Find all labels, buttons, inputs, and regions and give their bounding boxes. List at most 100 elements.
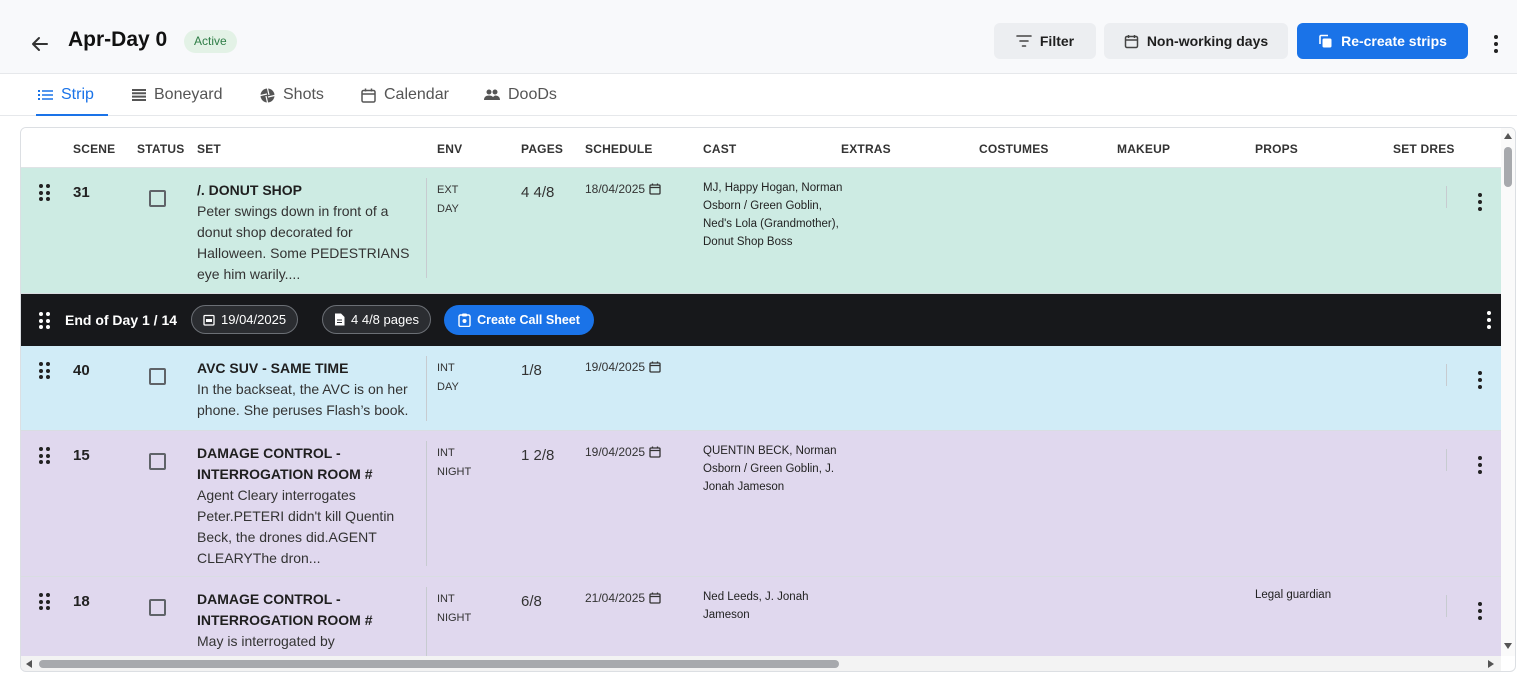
env-cell: EXT DAY bbox=[437, 181, 459, 219]
set-description: Peter swings down in front of a donut sh… bbox=[197, 203, 410, 282]
create-call-sheet-label: Create Call Sheet bbox=[477, 313, 580, 327]
schedule-cell[interactable]: 19/04/2025 bbox=[585, 360, 661, 374]
strip-row[interactable]: 31 /. DONUT SHOP Peter swings down in fr… bbox=[21, 168, 1501, 294]
scroll-right-icon[interactable] bbox=[1488, 660, 1494, 668]
non-working-days-button[interactable]: Non-working days bbox=[1104, 23, 1288, 59]
filter-button[interactable]: Filter bbox=[994, 23, 1096, 59]
view-tabs: Strip Boneyard Shots Calendar DooDs bbox=[0, 74, 1517, 116]
stack-icon bbox=[132, 89, 146, 101]
scene-number: 18 bbox=[73, 593, 90, 610]
calendar-icon bbox=[203, 314, 215, 326]
schedule-date: 18/04/2025 bbox=[585, 182, 646, 196]
day-date: 19/04/2025 bbox=[221, 312, 287, 327]
set-cell: /. DONUT SHOP Peter swings down in front… bbox=[197, 180, 417, 285]
drag-handle-icon[interactable] bbox=[39, 593, 51, 611]
set-cell: DAMAGE CONTROL - INTERROGATION ROOM # Ma… bbox=[197, 589, 417, 652]
set-description: In the backseat, the AVC is on her phone… bbox=[197, 381, 409, 418]
column-header-cast[interactable]: CAST bbox=[703, 142, 736, 156]
pages-cell: 1/8 bbox=[521, 362, 542, 379]
scene-number: 31 bbox=[73, 184, 90, 201]
row-more-options-icon[interactable] bbox=[1472, 190, 1488, 214]
set-cell: DAMAGE CONTROL - INTERROGATION ROOM # Ag… bbox=[197, 443, 417, 569]
strip-row[interactable]: 15 DAMAGE CONTROL - INTERROGATION ROOM #… bbox=[21, 431, 1501, 577]
drag-handle-icon[interactable] bbox=[39, 362, 51, 380]
column-header-props[interactable]: PROPS bbox=[1255, 142, 1298, 156]
create-call-sheet-button[interactable]: Create Call Sheet bbox=[444, 305, 594, 335]
day-pages-pill: 4 4/8 pages bbox=[322, 305, 431, 334]
scroll-left-icon[interactable] bbox=[26, 660, 32, 668]
column-divider bbox=[426, 178, 427, 278]
status-checkbox[interactable] bbox=[149, 190, 166, 207]
back-arrow-icon[interactable] bbox=[26, 30, 54, 58]
column-header-scene[interactable]: SCENE bbox=[73, 142, 115, 156]
tab-shots-label: Shots bbox=[283, 86, 324, 103]
strip-row[interactable]: 40 AVC SUV - SAME TIME In the backseat, … bbox=[21, 346, 1501, 431]
more-options-icon[interactable] bbox=[1488, 32, 1504, 56]
column-divider bbox=[426, 441, 427, 566]
column-header-row: SCENE STATUS SET ENV PAGES SCHEDULE CAST… bbox=[21, 128, 1501, 168]
column-header-pages[interactable]: PAGES bbox=[521, 142, 563, 156]
scroll-up-icon[interactable] bbox=[1504, 133, 1512, 139]
column-header-makeup[interactable]: MAKEUP bbox=[1117, 142, 1170, 156]
column-header-schedule[interactable]: SCHEDULE bbox=[585, 142, 653, 156]
column-header-status[interactable]: STATUS bbox=[137, 142, 184, 156]
tab-boneyard[interactable]: Boneyard bbox=[132, 74, 223, 116]
list-icon bbox=[38, 90, 53, 100]
column-header-extras[interactable]: EXTRAS bbox=[841, 142, 891, 156]
filter-icon bbox=[1016, 35, 1032, 47]
horizontal-scroll-thumb[interactable] bbox=[39, 660, 839, 668]
day-more-options-icon[interactable] bbox=[1481, 308, 1497, 332]
tab-doods[interactable]: DooDs bbox=[484, 74, 557, 116]
tab-boneyard-label: Boneyard bbox=[154, 86, 223, 103]
drag-handle-icon[interactable] bbox=[39, 447, 51, 465]
scene-number: 15 bbox=[73, 447, 90, 464]
pages-cell: 4 4/8 bbox=[521, 184, 555, 201]
set-title: DAMAGE CONTROL - INTERROGATION ROOM # bbox=[197, 445, 373, 482]
set-title: DAMAGE CONTROL - INTERROGATION ROOM # bbox=[197, 591, 373, 628]
pages-cell: 6/8 bbox=[521, 593, 542, 610]
set-description: May is interrogated by bbox=[197, 633, 335, 649]
clipboard-icon bbox=[458, 313, 471, 327]
column-header-set-dressing[interactable]: SET DRES bbox=[1393, 142, 1455, 156]
column-header-costumes[interactable]: COSTUMES bbox=[979, 142, 1049, 156]
status-checkbox[interactable] bbox=[149, 368, 166, 385]
day-pages: 4 4/8 pages bbox=[351, 312, 419, 327]
recreate-strips-button[interactable]: Re-create strips bbox=[1297, 23, 1468, 59]
tab-strip-label: Strip bbox=[61, 86, 94, 103]
set-cell: AVC SUV - SAME TIME In the backseat, the… bbox=[197, 358, 417, 421]
column-divider bbox=[1446, 595, 1447, 617]
column-divider bbox=[1446, 449, 1447, 471]
calendar-icon bbox=[361, 88, 376, 103]
row-more-options-icon[interactable] bbox=[1472, 599, 1488, 623]
end-of-day-banner: End of Day 1 / 14 19/04/2025 4 4/8 pages… bbox=[21, 294, 1501, 346]
vertical-scrollbar[interactable] bbox=[1501, 128, 1515, 656]
env-type: EXT bbox=[437, 184, 459, 196]
calendar-icon bbox=[649, 361, 661, 373]
tab-doods-label: DooDs bbox=[508, 86, 557, 103]
cast-cell: MJ, Happy Hogan, Norman Osborn / Green G… bbox=[703, 182, 843, 248]
top-bar: Apr-Day 0 Active Filter Non-working days… bbox=[0, 0, 1517, 74]
column-header-set[interactable]: SET bbox=[197, 142, 221, 156]
vertical-scroll-thumb[interactable] bbox=[1504, 147, 1512, 187]
cast-cell: QUENTIN BECK, Norman Osborn / Green Gobl… bbox=[703, 445, 837, 493]
schedule-cell[interactable]: 18/04/2025 bbox=[585, 182, 661, 196]
env-type: INT bbox=[437, 447, 455, 459]
horizontal-scrollbar[interactable] bbox=[21, 656, 1501, 671]
schedule-cell[interactable]: 19/04/2025 bbox=[585, 445, 661, 459]
tab-strip[interactable]: Strip bbox=[36, 74, 108, 116]
status-checkbox[interactable] bbox=[149, 599, 166, 616]
status-checkbox[interactable] bbox=[149, 453, 166, 470]
drag-handle-icon[interactable] bbox=[39, 184, 51, 202]
env-cell: INT NIGHT bbox=[437, 590, 471, 628]
drag-handle-icon[interactable] bbox=[39, 312, 51, 330]
pages-cell: 1 2/8 bbox=[521, 447, 555, 464]
column-header-env[interactable]: ENV bbox=[437, 142, 462, 156]
tab-calendar[interactable]: Calendar bbox=[361, 74, 449, 116]
env-cell: INT DAY bbox=[437, 359, 459, 397]
schedule-cell[interactable]: 21/04/2025 bbox=[585, 591, 661, 605]
scroll-down-icon[interactable] bbox=[1504, 643, 1512, 649]
strip-board: SCENE STATUS SET ENV PAGES SCHEDULE CAST… bbox=[20, 127, 1516, 672]
tab-shots[interactable]: Shots bbox=[260, 74, 324, 116]
row-more-options-icon[interactable] bbox=[1472, 368, 1488, 392]
row-more-options-icon[interactable] bbox=[1472, 453, 1488, 477]
